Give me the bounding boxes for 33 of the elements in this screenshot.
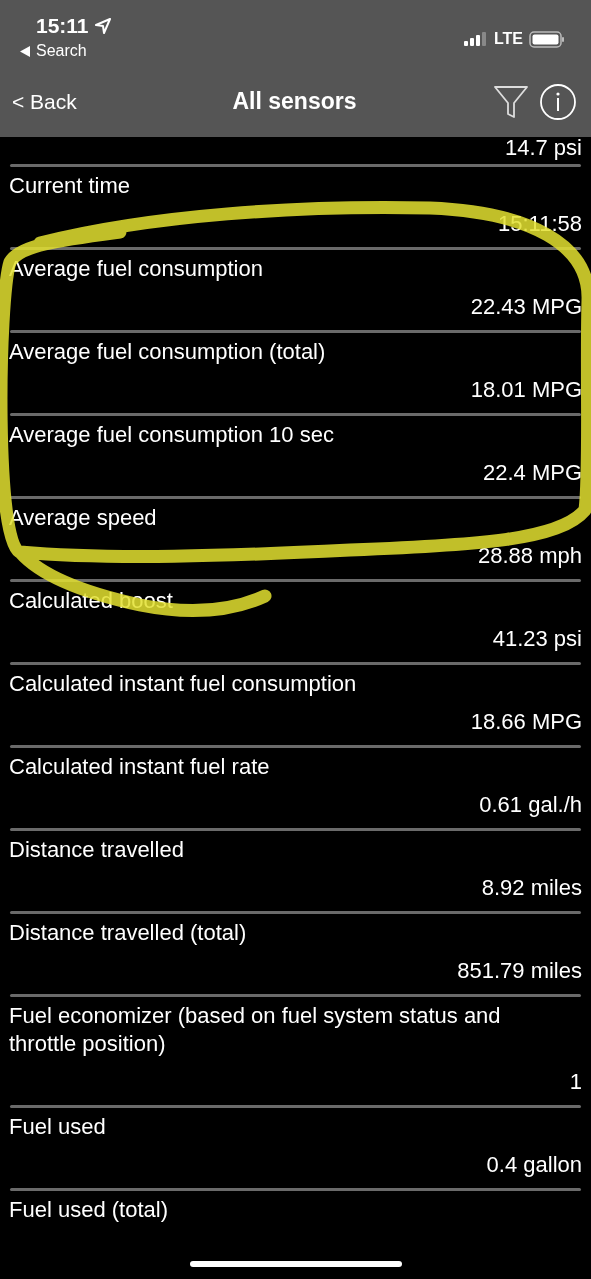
network-label: LTE — [493, 30, 523, 48]
sensor-name: Fuel used — [9, 1113, 107, 1141]
sensor-value: 851.79 miles — [456, 957, 582, 985]
sensor-name: Fuel economizer (based on fuel system status and throttle position) — [9, 1002, 502, 1058]
info-icon[interactable] — [539, 82, 577, 121]
sensor-name: Calculated instant fuel consumption — [9, 670, 358, 698]
sensor-name: Average fuel consumption (total) — [9, 338, 327, 366]
sensor-name: Average fuel consumption 10 sec — [9, 421, 335, 449]
sensor-value: 22.43 MPG — [469, 293, 582, 321]
signal-icon — [463, 32, 488, 46]
return-app-link[interactable]: Search — [36, 42, 87, 60]
back-triangle-icon[interactable] — [20, 45, 30, 57]
back-link[interactable]: < Back — [12, 89, 77, 114]
sensor-value: 18.01 MPG — [469, 376, 582, 404]
sensor-value: 28.88 mph — [477, 542, 582, 570]
sensor-value: 1 — [568, 1068, 582, 1096]
sensor-name: Distance travelled — [9, 836, 185, 864]
sensor-value: 22.4 MPG — [481, 459, 582, 487]
filter-icon[interactable] — [493, 83, 529, 120]
sensor-value: 0.4 gallon — [485, 1151, 582, 1179]
sensor-name: Fuel used (total) — [9, 1196, 169, 1224]
sensor-name: Current time — [9, 172, 132, 200]
location-arrow-icon — [94, 18, 111, 34]
screen-title: All sensors — [232, 88, 357, 115]
clock-time: 15:11 — [36, 14, 89, 38]
sensor-value: 41.23 psi — [491, 625, 582, 653]
sensor-value: 0.61 gal./h — [478, 791, 582, 819]
sensor-value: 8.92 miles — [480, 874, 582, 902]
sensor-name: Distance travelled (total) — [9, 919, 248, 947]
sensor-value: 18.66 MPG — [469, 708, 582, 736]
sensor-value: 14.7 psi — [503, 137, 582, 159]
battery-icon — [529, 30, 565, 48]
sensor-name: Calculated instant fuel rate — [9, 753, 271, 781]
